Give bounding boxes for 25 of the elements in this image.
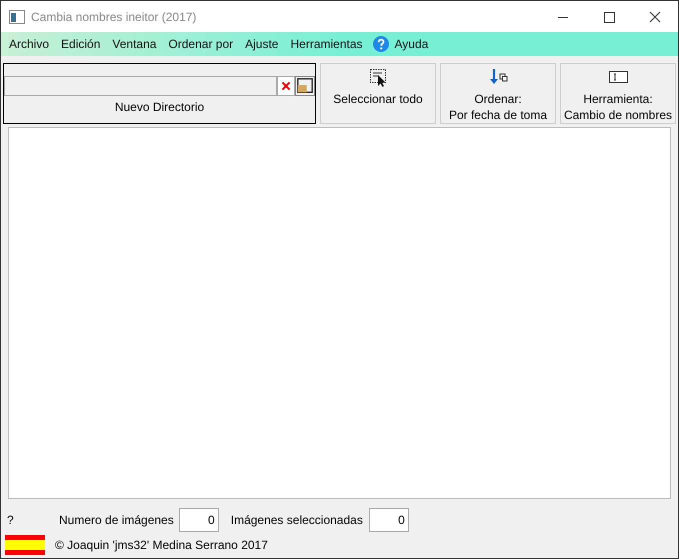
count-label: Numero de imágenes xyxy=(59,512,174,529)
menu-item[interactable]: Ordenar por xyxy=(162,35,240,53)
help-label: ? xyxy=(7,512,15,529)
toolbar-button[interactable]: Ordenar: Por fecha de toma xyxy=(440,63,556,124)
copyright-text: © Joaquin 'jms32' Medina Serrano 2017 xyxy=(55,537,268,554)
count-field[interactable]: 0 xyxy=(178,508,219,532)
menu-item[interactable]: Ventana xyxy=(106,35,162,53)
menu-item[interactable]: Ajuste xyxy=(239,35,284,53)
menu-item[interactable]: Herramientas xyxy=(284,35,369,53)
help-icon[interactable] xyxy=(372,36,389,52)
clear-icon[interactable] xyxy=(277,76,295,96)
selected-label: Imágenes seleccionadas xyxy=(230,512,363,529)
window-title: Cambia nombres ineitor (2017) xyxy=(31,8,196,26)
selected-field[interactable]: 0 xyxy=(368,508,409,532)
menu-item[interactable]: Edición xyxy=(55,35,106,53)
folder-icon[interactable] xyxy=(295,76,315,96)
toolbar-button[interactable]: Seleccionar todo xyxy=(320,63,436,124)
directory-field[interactable] xyxy=(4,76,277,96)
app-icon xyxy=(9,10,25,24)
directory-label: Nuevo Directorio xyxy=(114,99,206,116)
menu-item[interactable]: Archivo xyxy=(3,35,56,53)
toolbar-button[interactable]: Herramienta: Cambio de nombres xyxy=(560,63,676,124)
flag-icon xyxy=(5,535,45,555)
select-all-icon xyxy=(368,67,388,88)
menu-item[interactable]: Ayuda xyxy=(388,35,434,53)
